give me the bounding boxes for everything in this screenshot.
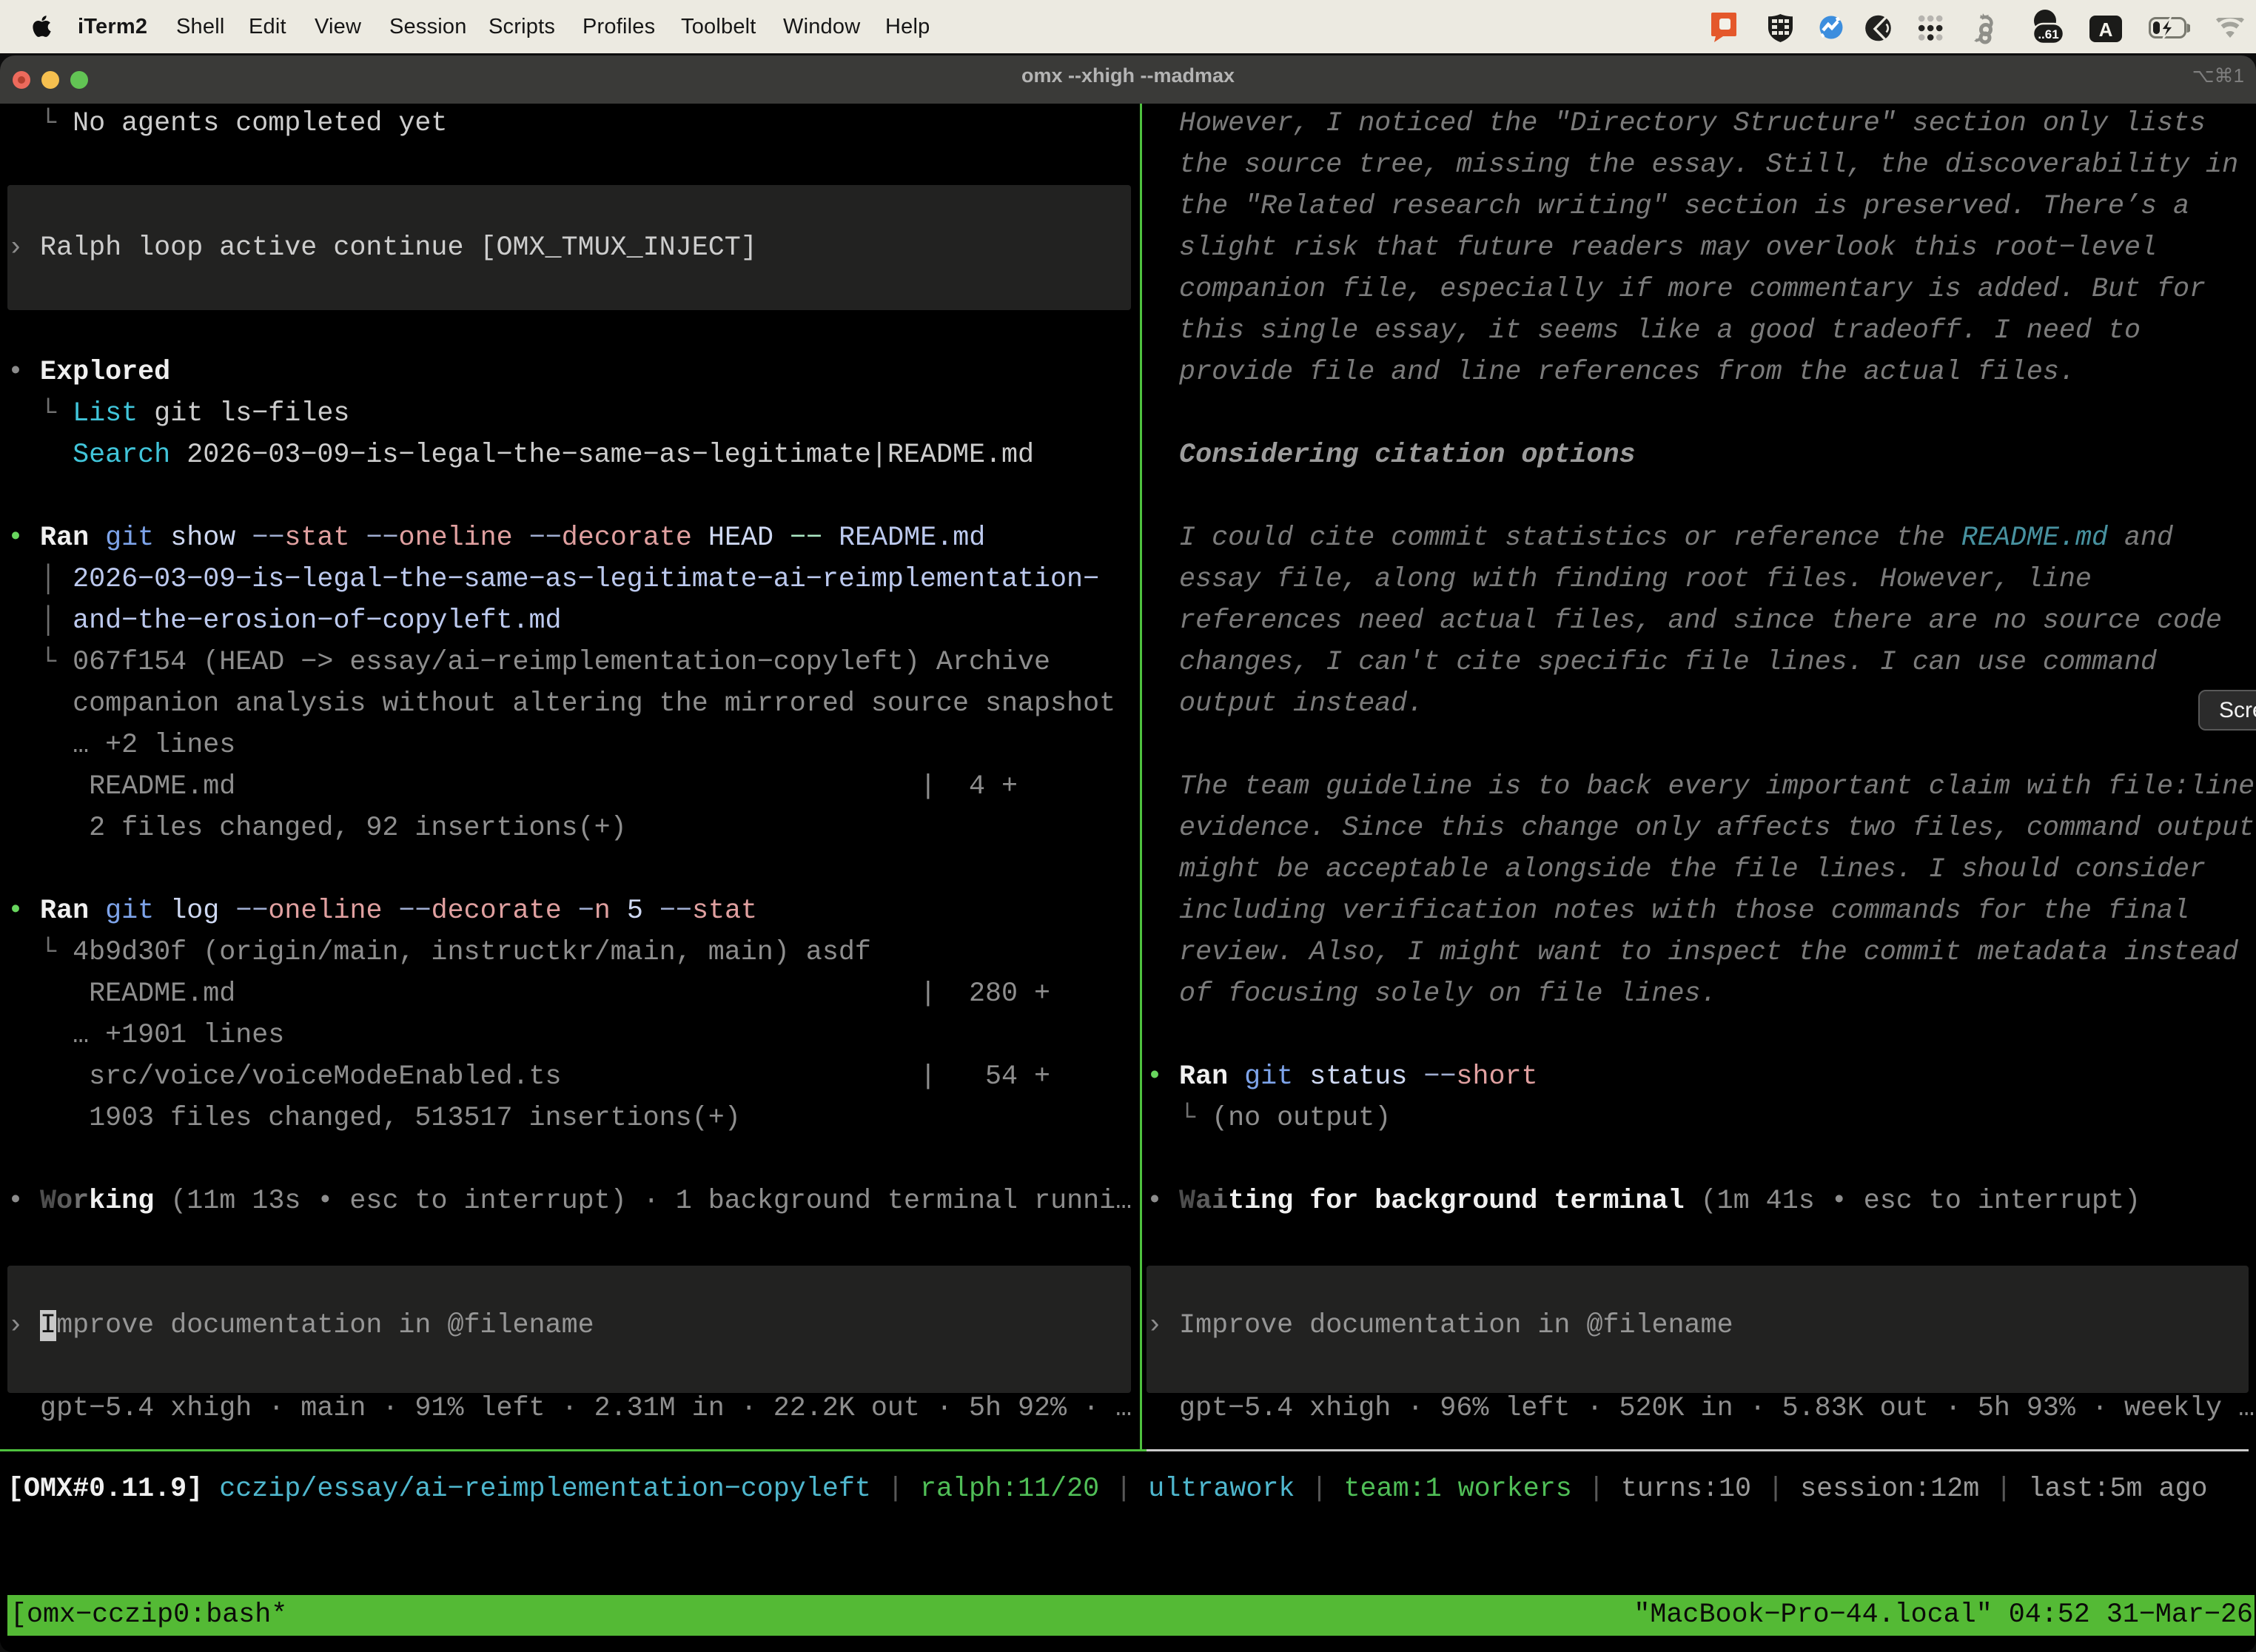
svg-text:A: A xyxy=(2099,19,2113,41)
svg-text:..61: ..61 xyxy=(2038,27,2058,41)
